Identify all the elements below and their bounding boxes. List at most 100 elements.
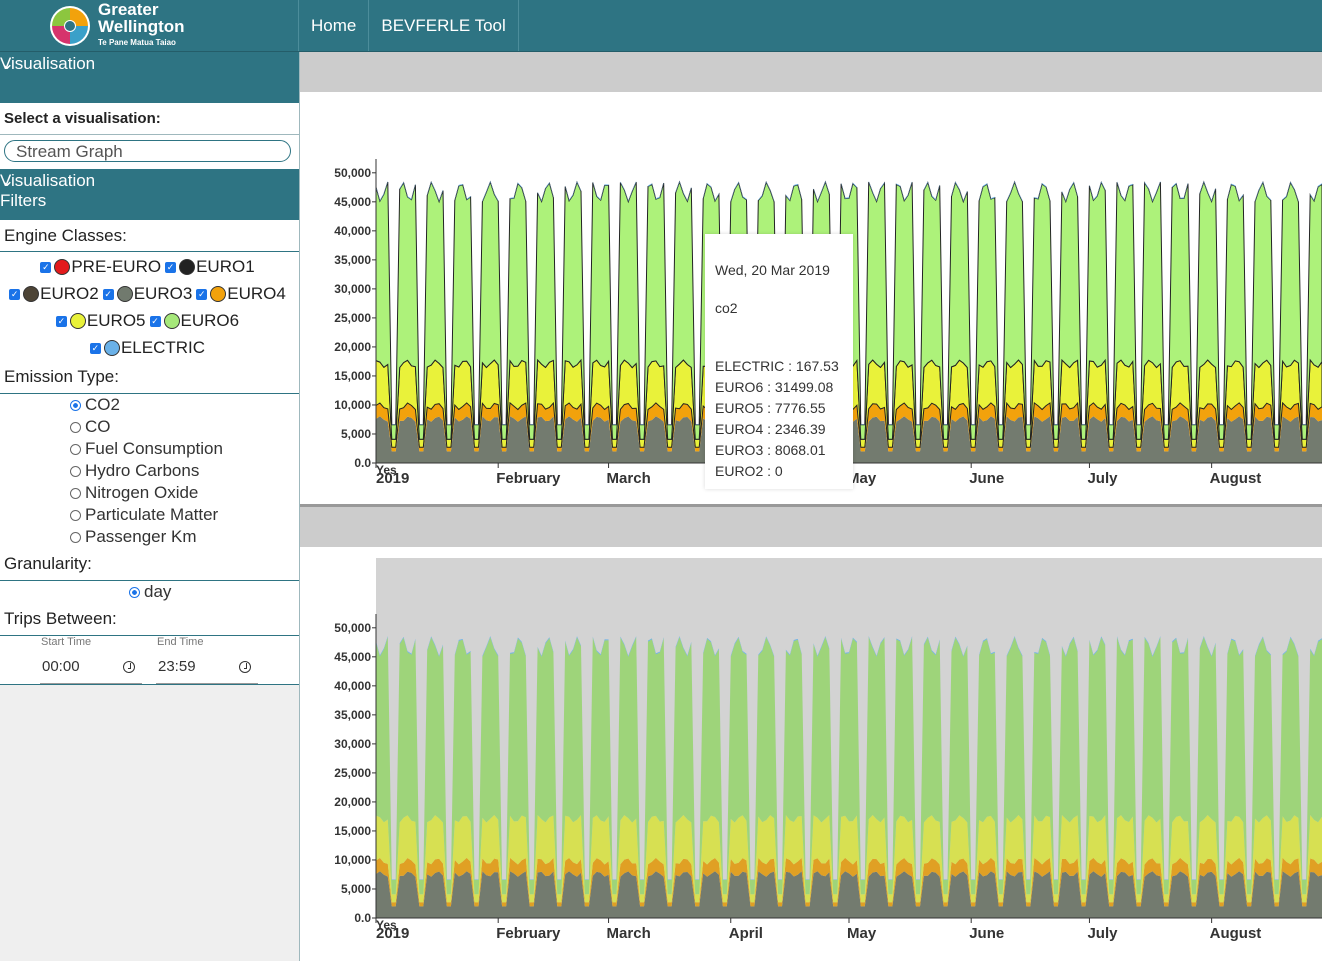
start-time-label: Start Time xyxy=(41,636,92,648)
engine-checkbox-euro6[interactable]: ✓ EURO6 xyxy=(149,311,239,331)
tooltip-row: EURO4 : 2346.39 xyxy=(715,421,826,437)
y-tick-label: 30,000 xyxy=(334,282,371,296)
stream-graph-chart-2[interactable]: 0.0 5,000 10,000 15,000 20,000 25,000 30,000 35… xyxy=(300,547,1322,961)
emission-radio-co2[interactable]: CO2 xyxy=(70,395,120,415)
x-tick-label: June xyxy=(969,925,1004,942)
radio-label: CO xyxy=(85,417,111,436)
engine-checkbox-euro3[interactable]: ✓ EURO3 xyxy=(102,284,193,304)
trips-between-label: Trips Between: xyxy=(4,609,117,628)
tooltip-row: EURO3 : 8068.01 xyxy=(715,442,826,458)
tooltip-row: ELECTRIC : 167.53 xyxy=(715,358,839,374)
emission-radio-fuel-consumption[interactable]: Fuel Consumption xyxy=(70,439,223,459)
checkbox-icon: ✓ xyxy=(89,342,101,354)
visualisation-select[interactable]: Stream Graph xyxy=(4,140,291,162)
y-tick-label: 50,000 xyxy=(334,621,371,635)
divider xyxy=(0,251,299,252)
granularity-radio-day[interactable]: day xyxy=(129,582,171,602)
series-area-euro3[interactable] xyxy=(376,871,1322,918)
engine-checkbox-euro4[interactable]: ✓ EURO4 xyxy=(196,284,286,304)
engine-row-4: ✓ ELECTRIC xyxy=(0,338,299,358)
radio-icon xyxy=(70,487,81,499)
radio-icon xyxy=(70,421,81,433)
filters-section-header[interactable]: Visualisation Filters ⌄ xyxy=(0,169,299,220)
engine-checkbox-electric[interactable]: ✓ ELECTRIC xyxy=(89,338,205,358)
engine-checkbox-pre-euro[interactable]: ✓ PRE-EURO xyxy=(40,257,161,277)
nav-bevferle-tool-link[interactable]: BEVFERLE Tool xyxy=(368,0,519,51)
chart-tooltip: Wed, 20 Mar 2019 co2 ELECTRIC : 167.53 E… xyxy=(705,234,853,489)
top-navbar: Greater Wellington Te Pane Matua Taiao H… xyxy=(0,0,1322,52)
radio-label: Nitrogen Oxide xyxy=(85,483,199,502)
emission-radio-nitrogen-oxide[interactable]: Nitrogen Oxide xyxy=(70,483,198,503)
y-tick-label: 30,000 xyxy=(334,737,371,751)
y-tick-label: 15,000 xyxy=(334,369,371,383)
main-nav: Home BEVFERLE Tool xyxy=(298,0,519,51)
emission-radio-particulate-matter[interactable]: Particulate Matter xyxy=(70,505,218,525)
y-tick-label: 10,000 xyxy=(334,398,371,412)
x-tick-label: May xyxy=(847,925,877,942)
checkbox-icon: ✓ xyxy=(196,288,208,300)
clock-icon[interactable] xyxy=(123,661,135,673)
radio-label: CO2 xyxy=(85,395,120,414)
engine-row-2: ✓ EURO2 ✓ EURO3 ✓ EURO4 xyxy=(0,284,299,304)
engine-row-3: ✓ EURO5 ✓ EURO6 xyxy=(0,311,299,331)
engine-checkbox-euro2[interactable]: ✓ EURO2 xyxy=(9,284,99,304)
x-tick-label: March xyxy=(607,925,651,942)
x-tick-label: August xyxy=(1210,470,1262,487)
start-time-input[interactable]: 00:00 xyxy=(42,658,80,675)
engine-label: EURO3 xyxy=(133,284,193,303)
x-tick-label: March xyxy=(607,470,651,487)
y-tick-label: 5,000 xyxy=(341,427,371,441)
color-swatch xyxy=(116,286,133,302)
end-time-label: End Time xyxy=(157,636,204,648)
divider xyxy=(0,134,309,135)
y-tick-label: 35,000 xyxy=(334,253,371,267)
nav-home-link[interactable]: Home xyxy=(298,0,368,51)
y-tick-label: 15,000 xyxy=(334,824,371,838)
radio-icon xyxy=(70,443,81,455)
tooltip-row: EURO6 : 31499.08 xyxy=(715,379,834,395)
y-tick-label: 0.0 xyxy=(354,456,371,470)
checkbox-icon: ✓ xyxy=(55,315,67,327)
tooltip-row: EURO2 : 0 xyxy=(715,463,783,479)
emission-radio-passenger-km[interactable]: Passenger Km xyxy=(70,527,197,547)
engine-checkbox-euro1[interactable]: ✓ EURO1 xyxy=(165,257,255,277)
engine-label: EURO5 xyxy=(86,311,146,330)
x-tick-label: July xyxy=(1087,925,1118,942)
end-time-input[interactable]: 23:59 xyxy=(158,658,196,675)
chevron-down-icon: ⌄ xyxy=(0,54,15,73)
color-swatch xyxy=(103,340,120,356)
granularity-label: Granularity: xyxy=(4,554,92,573)
x-tick-label: June xyxy=(969,470,1004,487)
x-tick-label: August xyxy=(1210,925,1262,942)
visualisation-header-label: Visualisation xyxy=(0,54,96,73)
emission-radio-co[interactable]: CO xyxy=(70,417,111,437)
engine-label: PRE-EURO xyxy=(71,257,162,276)
clock-icon[interactable] xyxy=(239,661,251,673)
engine-checkbox-euro5[interactable]: ✓ EURO5 xyxy=(55,311,146,331)
sidebar: Visualisation ⌄ Select a visualisation: … xyxy=(0,52,309,961)
radio-icon xyxy=(70,465,81,477)
y-tick-label: 5,000 xyxy=(341,882,371,896)
y-tick-label: 40,000 xyxy=(334,679,371,693)
color-swatch xyxy=(23,286,40,302)
radio-label: Fuel Consumption xyxy=(85,439,223,458)
engine-label: EURO4 xyxy=(227,284,286,303)
color-swatch xyxy=(210,286,227,302)
radio-selected-icon xyxy=(129,586,140,598)
greater-wellington-logo-icon[interactable] xyxy=(46,2,94,50)
chart1-header-bar xyxy=(300,52,1322,92)
tooltip-metric: co2 xyxy=(715,300,738,316)
x-tick-label: February xyxy=(496,470,561,487)
x-extra-label: Yes xyxy=(376,918,397,932)
emission-radio-hydro-carbons[interactable]: Hydro Carbons xyxy=(70,461,199,481)
divider xyxy=(0,684,299,685)
checkbox-icon: ✓ xyxy=(165,261,177,273)
y-tick-label: 20,000 xyxy=(334,795,371,809)
chart2-header-bar xyxy=(300,507,1322,547)
color-swatch xyxy=(179,259,196,275)
visualisation-section-header[interactable]: Visualisation ⌄ xyxy=(0,52,299,103)
y-tick-label: 10,000 xyxy=(334,853,371,867)
main-content: 0.0 5,000 10,000 15,000 20,000 25,000 30,000 35… xyxy=(300,52,1322,961)
color-swatch xyxy=(54,259,71,275)
radio-icon xyxy=(70,531,81,543)
